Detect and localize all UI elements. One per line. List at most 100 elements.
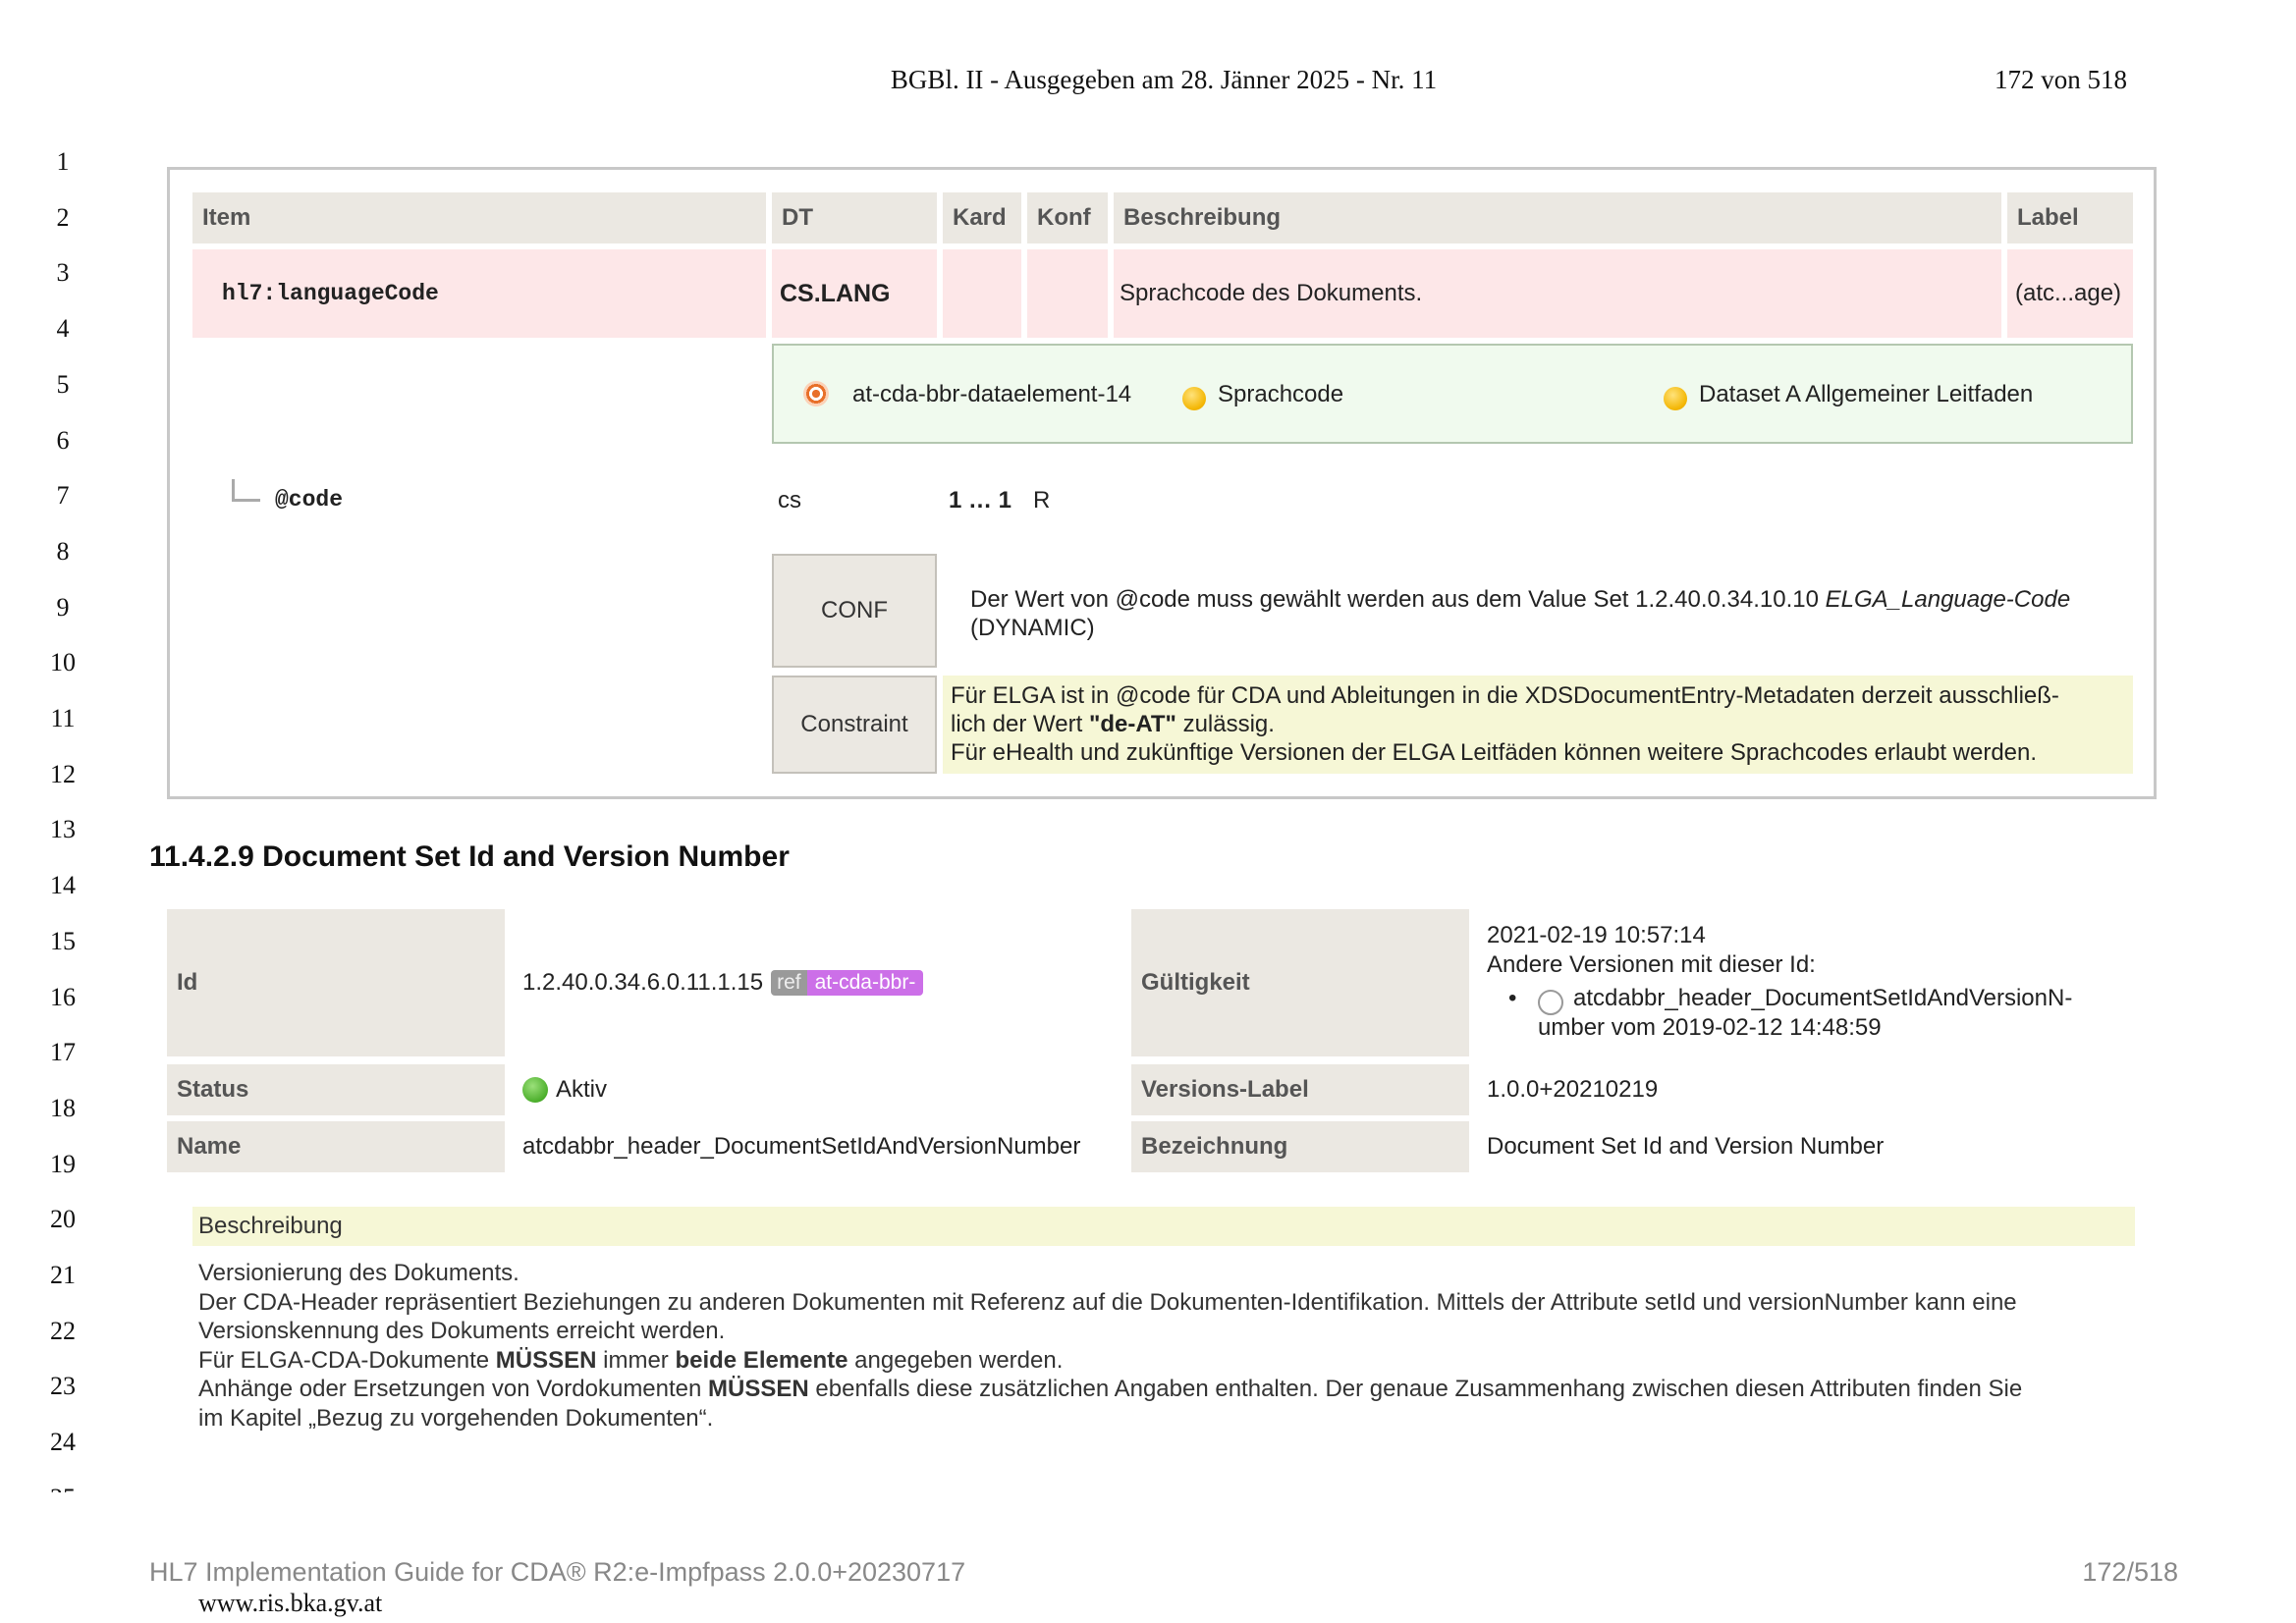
line-number: 22 (50, 1316, 76, 1345)
description-label: Beschreibung (192, 1207, 2135, 1246)
version-status-icon (1538, 990, 1563, 1015)
description-line-5-c: ebenfalls diese zusätzlichen Angaben ent… (808, 1376, 2023, 1402)
item-code-attribute: @code (275, 487, 344, 513)
description-line-4: Für ELGA-CDA-Dokumente MÜSSEN immer beid… (198, 1346, 2135, 1376)
col-header-beschreibung: Beschreibung (1114, 192, 2001, 243)
description-line-2: Der CDA-Header repräsentiert Beziehungen… (198, 1288, 2017, 1316)
line-numbers: 1234567891011121314151617181920212223242… (0, 147, 118, 1492)
col-header-label: Label (2007, 192, 2133, 243)
line-number: 13 (50, 815, 76, 844)
bullet-icon: • (1508, 985, 1517, 1011)
description-line-4-b: MÜSSEN (495, 1346, 597, 1374)
status-value-cell: Aktiv (522, 1064, 1112, 1115)
line-number: 6 (56, 425, 70, 455)
description-line-6: im Kapitel „Bezug zu vorgehenden Dokumen… (198, 1404, 714, 1432)
description-line-4-c: immer (596, 1346, 676, 1374)
other-version-line-1: atcdabbr_header_DocumentSetIdAndVersionN… (1573, 985, 2073, 1011)
concept-gold-icon (1182, 387, 1206, 410)
conformance-cell (1027, 249, 1108, 338)
line-number: 3 (56, 258, 70, 288)
conf-text: Der Wert von @code muss gewählt werden a… (970, 585, 2109, 642)
status-value: Aktiv (556, 1076, 608, 1103)
line-number: 21 (50, 1261, 76, 1289)
version-label-label: Versions-Label (1131, 1064, 1469, 1115)
line-number: 19 (50, 1149, 76, 1178)
value-set-name: ELGA_Language-Code (1825, 586, 2071, 613)
dataset-name: Dataset A Allgemeiner Leitfaden (1699, 381, 2034, 407)
constraint-label: Constraint (772, 676, 937, 774)
attr-cardinality: 1 … 1 (949, 487, 1012, 514)
line-number: 10 (50, 648, 76, 677)
validity-cell: 2021‑02‑19 10:57:14 Andere Versionen mit… (1487, 921, 2125, 1043)
item-language-code: hl7:languageCode (192, 249, 766, 338)
ref-badge-left: ref (771, 970, 807, 996)
datatype-cell: CS.LANG (772, 249, 937, 338)
line-number: 5 (56, 369, 70, 399)
concept-box: at-cda-bbr-dataelement-14 Sprachcode Dat… (772, 344, 2133, 444)
description-line-5: Anhänge oder Ersetzungen von Vordokument… (198, 1375, 2135, 1404)
description-line-1: Versionierung des Dokuments. (198, 1260, 519, 1286)
footer-page: 172/518 (2082, 1557, 2178, 1587)
tree-branch-icon (232, 479, 260, 502)
col-header-kard: Kard (943, 192, 1021, 243)
description-line-3: Versionskennung des Dokuments erreicht w… (198, 1318, 726, 1344)
other-version-line-2: umber vom 2019‑02‑12 14:48:59 (1538, 1014, 1882, 1041)
col-header-konf: Konf (1027, 192, 1108, 243)
ref-badge[interactable]: ref at-cda-bbr- (771, 970, 924, 996)
line-number: 4 (56, 314, 70, 344)
col-header-dt: DT (772, 192, 937, 243)
conf-text-pre: Der Wert von @code muss gewählt werden a… (970, 586, 1826, 613)
label-cell: (atc...age) (2007, 249, 2133, 338)
name-value: atcdabbr_header_DocumentSetIdAndVersionN… (522, 1133, 1081, 1160)
line-number: 9 (56, 592, 70, 622)
col-header-item: Item (192, 192, 766, 243)
constraint-line-3: Für eHealth und zukünftige Versionen der… (951, 739, 2038, 766)
line-number: 24 (50, 1428, 76, 1457)
dataelement-link[interactable]: at-cda-bbr-dataelement-14 (852, 381, 1131, 408)
id-label: Id (167, 909, 505, 1056)
cardinality-cell (943, 249, 1021, 338)
line-number: 15 (50, 926, 76, 955)
status-label: Status (167, 1064, 505, 1115)
line-number: 18 (50, 1093, 76, 1122)
line-number: 20 (50, 1205, 76, 1234)
line-number: 17 (50, 1038, 76, 1067)
designation-value: Document Set Id and Version Number (1487, 1133, 1885, 1160)
description-line-4-d: beide Elemente (675, 1346, 848, 1374)
conf-text-post: (DYNAMIC) (970, 615, 1095, 641)
designation-label: Bezeichnung (1131, 1121, 1469, 1172)
constraint-line-2-post: zulässig. (1175, 711, 1275, 737)
other-version-item[interactable]: • atcdabbr_header_DocumentSetIdAndVersio… (1487, 984, 2125, 1043)
description-cell: Sprachcode des Dokuments. (1114, 249, 2001, 338)
constraint-value: "de-AT" (1088, 711, 1176, 737)
description-line-5-a: Anhänge oder Ersetzungen von Vordokument… (198, 1376, 709, 1402)
line-number: 8 (56, 536, 70, 566)
dataset-gold-icon (1664, 387, 1687, 410)
dataelement-target-icon (803, 381, 829, 406)
other-versions-label: Andere Versionen mit dieser Id: (1487, 951, 1816, 978)
line-number: 1 (56, 147, 70, 176)
line-number: 7 (56, 481, 70, 511)
name-label: Name (167, 1121, 505, 1172)
id-value-cell: 1.2.40.0.34.6.0.11.1.15 ref at-cda-bbr- (511, 909, 1125, 1056)
attr-datatype: cs (778, 487, 801, 514)
conf-label: CONF (772, 554, 937, 668)
line-number: 23 (50, 1372, 76, 1401)
footer-url[interactable]: www.ris.bka.gv.at (198, 1589, 382, 1618)
version-label-value: 1.0.0+20210219 (1487, 1076, 1659, 1103)
gazette-header: BGBl. II - Ausgegeben am 28. Jänner 2025… (890, 65, 1438, 94)
constraint-line-2-pre: lich der Wert (951, 711, 1089, 737)
description-line-5-b: MÜSSEN (708, 1376, 809, 1402)
footer-guide-title: HL7 Implementation Guide for CDA® R2:e-I… (149, 1557, 966, 1587)
concept-name: Sprachcode (1218, 381, 1344, 407)
line-number: 2 (56, 202, 70, 232)
description-line-4-a: Für ELGA-CDA-Dokumente (198, 1346, 496, 1374)
validity-date: 2021‑02‑19 10:57:14 (1487, 922, 1706, 948)
line-number: 25 (43, 1484, 82, 1492)
line-number: 16 (50, 982, 76, 1011)
status-active-icon (522, 1077, 548, 1103)
attr-conformance: R (1033, 487, 1051, 514)
description-text: Versionierung des Dokuments. Der CDA-Hea… (198, 1259, 2135, 1433)
constraint-text: Für ELGA ist in @code für CDA und Ableit… (943, 676, 2133, 774)
id-value: 1.2.40.0.34.6.0.11.1.15 (522, 969, 764, 996)
